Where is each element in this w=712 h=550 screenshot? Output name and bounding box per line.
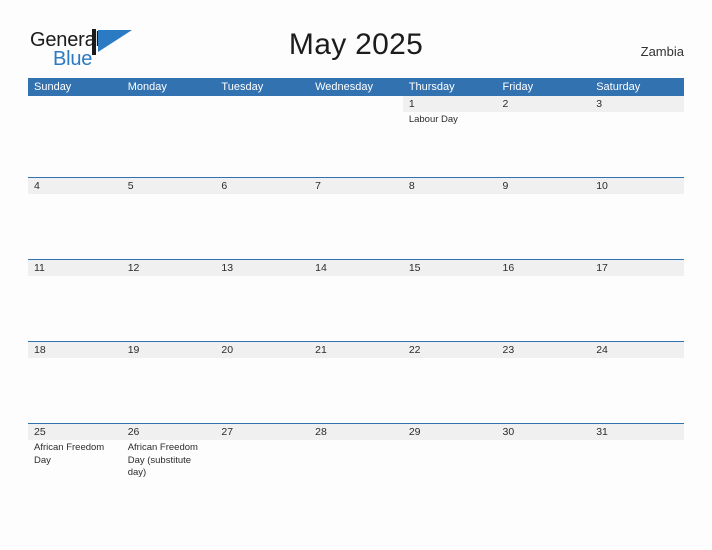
- calendar-day-cell[interactable]: 19: [122, 342, 216, 423]
- calendar-day-cell[interactable]: 10: [590, 178, 684, 259]
- day-number: 18: [34, 344, 46, 356]
- day-number: 26: [127, 426, 140, 438]
- page-title: May 2025: [288, 28, 424, 61]
- day-number: 20: [221, 344, 234, 356]
- calendar-day-cell[interactable]: 28: [309, 424, 403, 505]
- weekday-header-sunday: Sunday: [34, 81, 72, 93]
- day-number: 6: [221, 180, 228, 192]
- holiday-event-label: Labour Day: [408, 114, 458, 125]
- day-number: 31: [596, 426, 608, 438]
- calendar-day-cell-empty: [309, 96, 403, 177]
- day-number: 8: [408, 180, 415, 192]
- calendar-day-cell[interactable]: 5: [122, 178, 216, 259]
- day-number: 12: [127, 262, 140, 274]
- calendar-day-cell[interactable]: 20: [215, 342, 309, 423]
- day-number: 7: [315, 180, 321, 192]
- calendar-day-cell-empty: [28, 96, 122, 177]
- weekday-header-row: Sunday Monday Tuesday Wednesday Thursday…: [28, 78, 684, 96]
- calendar-week-row: 1 Labour Day 2 3: [28, 96, 684, 177]
- calendar-day-cell[interactable]: 11: [28, 260, 122, 341]
- calendar-day-cell[interactable]: 14: [309, 260, 403, 341]
- calendar-day-cell[interactable]: 21: [309, 342, 403, 423]
- week-days: 25 African Freedom Day 26 African Freedom D…: [28, 424, 684, 505]
- calendar-day-cell[interactable]: 29: [403, 424, 497, 505]
- week-days: 11 12 13 14 15 16 17: [28, 260, 684, 341]
- holiday-event-label: African Freedom Day: [34, 442, 105, 466]
- calendar-day-cell[interactable]: 4: [28, 178, 122, 259]
- calendar-day-cell[interactable]: 9: [497, 178, 591, 259]
- calendar-week-row: 4 5 6 7 8 9 10: [28, 177, 684, 259]
- calendar-day-cell[interactable]: 22: [403, 342, 497, 423]
- calendar-day-cell[interactable]: 8: [403, 178, 497, 259]
- weekday-header-monday: Monday: [127, 81, 167, 93]
- calendar-week-row: 18 19 20 21 22 23 24: [28, 341, 684, 423]
- calendar-day-cell[interactable]: 15: [403, 260, 497, 341]
- weekday-header-thursday: Thursday: [408, 81, 455, 93]
- calendar-day-cell[interactable]: 31: [590, 424, 684, 505]
- day-number: 17: [596, 262, 608, 274]
- calendar-day-cell-empty: [122, 96, 216, 177]
- calendar-day-cell[interactable]: 12: [122, 260, 216, 341]
- day-number: 27: [221, 426, 234, 438]
- week-days: 4 5 6 7 8 9 10: [28, 178, 684, 259]
- region-label: Zambia: [640, 44, 684, 59]
- day-number: 14: [315, 262, 327, 274]
- calendar-day-cell[interactable]: 18: [28, 342, 122, 423]
- day-events: Labour Day: [409, 114, 491, 127]
- day-number: 2: [502, 98, 509, 110]
- day-number: 29: [408, 426, 421, 438]
- day-number: 19: [127, 344, 140, 356]
- calendar-week-row: 25 African Freedom Day 26 African Freedom D…: [28, 423, 684, 505]
- day-number: 11: [34, 262, 45, 274]
- calendar-day-cell[interactable]: 2: [497, 96, 591, 177]
- day-number: 21: [315, 344, 327, 356]
- calendar-day-cell[interactable]: 30: [497, 424, 591, 505]
- day-number: 16: [502, 262, 515, 274]
- calendar-day-cell[interactable]: 24: [590, 342, 684, 423]
- calendar-day-cell[interactable]: 26 African Freedom Day (substitute day): [122, 424, 216, 505]
- day-number: 13: [221, 262, 234, 274]
- calendar-day-cell-empty: [215, 96, 309, 177]
- day-number: 10: [596, 180, 608, 192]
- day-events: African Freedom Day: [34, 442, 116, 467]
- calendar-day-cell[interactable]: 13: [215, 260, 309, 341]
- day-number: 25: [34, 426, 46, 438]
- day-events: African Freedom Day (substitute day): [128, 442, 210, 480]
- weekday-header-saturday: Saturday: [596, 81, 641, 93]
- day-number: 1: [408, 98, 415, 110]
- weekday-header-tuesday: Tuesday: [221, 81, 264, 93]
- day-number: 4: [34, 180, 40, 192]
- calendar-day-cell[interactable]: 23: [497, 342, 591, 423]
- day-number: 24: [596, 344, 608, 356]
- weekday-header-friday: Friday: [502, 81, 534, 93]
- calendar-day-cell[interactable]: 3: [590, 96, 684, 177]
- calendar-day-cell[interactable]: 1 Labour Day: [403, 96, 497, 177]
- calendar-day-cell[interactable]: 27: [215, 424, 309, 505]
- day-number: 30: [502, 426, 515, 438]
- day-number: 15: [408, 262, 421, 274]
- calendar-day-cell[interactable]: 16: [497, 260, 591, 341]
- calendar-week-row: 11 12 13 14 15 16 17: [28, 259, 684, 341]
- day-number: 9: [502, 180, 509, 192]
- calendar-day-cell[interactable]: 7: [309, 178, 403, 259]
- calendar-day-cell[interactable]: 6: [215, 178, 309, 259]
- day-number: 3: [596, 98, 603, 110]
- holiday-event-label: African Freedom Day (substitute day): [127, 442, 198, 478]
- day-number: 5: [127, 180, 134, 192]
- week-days: 1 Labour Day 2 3: [28, 96, 684, 177]
- day-number: 23: [502, 344, 515, 356]
- calendar-weeks: 1 Labour Day 2 3 4 5 6 7 8 9 10 11 12 13 14 15 16 17 18 19 2…: [28, 96, 684, 505]
- week-days: 18 19 20 21 22 23 24: [28, 342, 684, 423]
- day-number: 28: [315, 426, 327, 438]
- calendar-day-cell[interactable]: 17: [590, 260, 684, 341]
- page-header: General Blue May 2025 Zambia: [0, 0, 712, 72]
- calendar-grid: Sunday Monday Tuesday Wednesday Thursday…: [28, 78, 684, 505]
- calendar-day-cell[interactable]: 25 African Freedom Day: [28, 424, 122, 505]
- weekday-header-wednesday: Wednesday: [315, 81, 373, 93]
- day-number: 22: [408, 344, 421, 356]
